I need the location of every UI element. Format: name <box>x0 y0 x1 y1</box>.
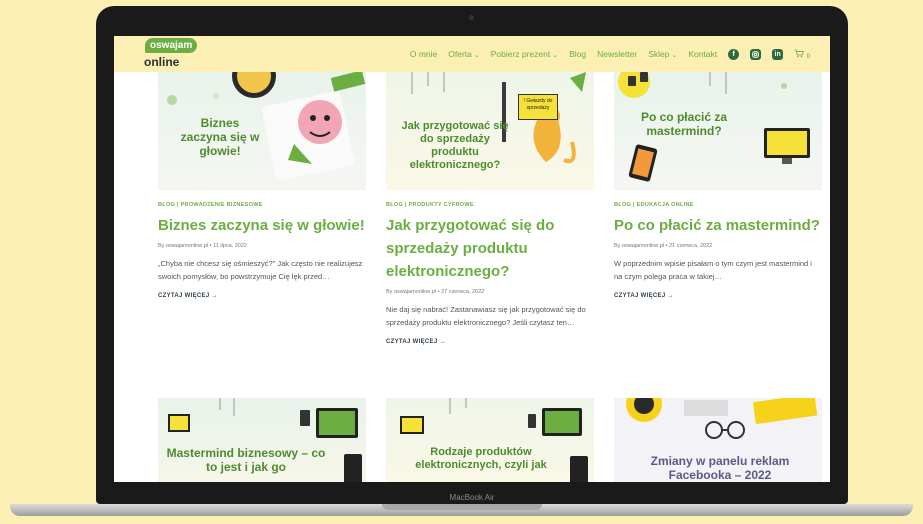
thumbnail-title: Jak przygotować się do sprzedaży produkt… <box>401 120 509 171</box>
post-meta: By oswajamonline.pl • 11 lipca, 2022 <box>158 243 247 249</box>
post-thumbnail[interactable]: Zmiany w panelu reklam Facebooka – 2022 <box>614 398 822 482</box>
laptop-lid: oswajam online O mnie Oferta Pobierz pre… <box>96 6 848 504</box>
site-logo[interactable]: oswajam online <box>140 38 200 70</box>
nav-oferta[interactable]: Oferta <box>448 49 479 59</box>
post-excerpt: W poprzednim wpisie pisałam o tym czym j… <box>614 259 812 281</box>
post-excerpt: Nie daj się nabrać! Zastanawiasz się jak… <box>386 305 586 327</box>
nav-pobierz-prezent[interactable]: Pobierz prezent <box>491 49 558 59</box>
cart-icon <box>794 49 805 57</box>
post-thumbnail[interactable]: ! Gwiazdy do sprzedaży Jak przygotować s… <box>386 72 594 190</box>
cart-button[interactable]: 0 <box>794 49 810 60</box>
post-thumbnail[interactable]: Biznes zaczyna się w głowie! <box>158 72 366 190</box>
post-meta: By oswajamonline.pl • 27 czerwca, 2022 <box>386 289 485 295</box>
post-card: Po co płacić za mastermind? BLOG | EDUKA… <box>614 72 822 299</box>
post-card: ! Gwiazdy do sprzedaży Jak przygotować s… <box>386 72 594 345</box>
device-label: MacBook Air <box>449 493 495 502</box>
post-title[interactable]: Jak przygotować się do sprzedaży produkt… <box>386 214 594 283</box>
facebook-icon[interactable]: f <box>728 48 740 60</box>
camera-icon <box>469 15 474 20</box>
post-thumbnail[interactable]: Po co płacić za mastermind? <box>614 72 822 190</box>
post-card: Zmiany w panelu reklam Facebooka – 2022 <box>614 398 822 482</box>
linkedin-icon[interactable]: in <box>772 48 784 60</box>
post-card: Mastermind biznesowy – co to jest i jak … <box>158 398 366 482</box>
post-category[interactable]: BLOG | EDUKACJA ONLINE <box>614 202 822 208</box>
logo-bubble: oswajam <box>145 38 198 53</box>
post-title[interactable]: Biznes zaczyna się w głowie! <box>158 214 366 237</box>
thumbnail-title: Biznes zaczyna się w głowie! <box>180 116 260 158</box>
sign-text: ! Gwiazdy do sprzedaży <box>523 98 553 111</box>
nav-newsletter[interactable]: Newsletter <box>597 49 637 59</box>
post-thumbnail[interactable]: Mastermind biznesowy – co to jest i jak … <box>158 398 366 482</box>
laptop-base <box>0 504 923 524</box>
cart-count: 0 <box>806 53 810 60</box>
read-more-link[interactable]: CZYTAJ WIĘCEJ → <box>386 339 594 345</box>
instagram-icon[interactable] <box>750 48 762 60</box>
read-more-link[interactable]: CZYTAJ WIĘCEJ → <box>614 293 822 299</box>
logo-word: online <box>144 55 180 69</box>
laptop-notch <box>382 504 542 510</box>
read-more-link[interactable]: CZYTAJ WIĘCEJ → <box>158 293 366 299</box>
browser-screen: oswajam online O mnie Oferta Pobierz pre… <box>114 36 830 482</box>
nav-o-mnie[interactable]: O mnie <box>410 49 437 59</box>
post-thumbnail[interactable]: Rodzaje produktów elektronicznych, czyli… <box>386 398 594 482</box>
post-card: Biznes zaczyna się w głowie! BLOG | PROW… <box>158 72 366 299</box>
nav-sklep[interactable]: Sklep <box>648 49 677 59</box>
post-excerpt: „Chyba nie chcesz się ośmieszyć?" Jak cz… <box>158 259 363 281</box>
thumbnail-title: Po co płacić za mastermind? <box>640 110 728 138</box>
thumbnail-title: Mastermind biznesowy – co to jest i jak … <box>166 446 326 474</box>
post-meta: By oswajamonline.pl • 21 czerwca, 2022 <box>614 243 713 249</box>
post-category[interactable]: BLOG | PRODUKTY CYFROWE <box>386 202 594 208</box>
thumbnail-title: Zmiany w panelu reklam Facebooka – 2022 <box>650 454 790 482</box>
site-header: oswajam online O mnie Oferta Pobierz pre… <box>114 36 830 72</box>
nav-blog[interactable]: Blog <box>569 49 586 59</box>
post-card: Rodzaje produktów elektronicznych, czyli… <box>386 398 594 482</box>
nav-kontakt[interactable]: Kontakt <box>688 49 717 59</box>
post-category[interactable]: BLOG | PROWADZENIE BIZNESOWE <box>158 202 366 208</box>
sign-board: ! Gwiazdy do sprzedaży <box>518 94 558 120</box>
main-nav: O mnie Oferta Pobierz prezent Blog Newsl… <box>410 36 810 72</box>
post-title[interactable]: Po co płacić za mastermind? <box>614 214 822 237</box>
thumbnail-title: Rodzaje produktów elektronicznych, czyli… <box>415 446 547 471</box>
